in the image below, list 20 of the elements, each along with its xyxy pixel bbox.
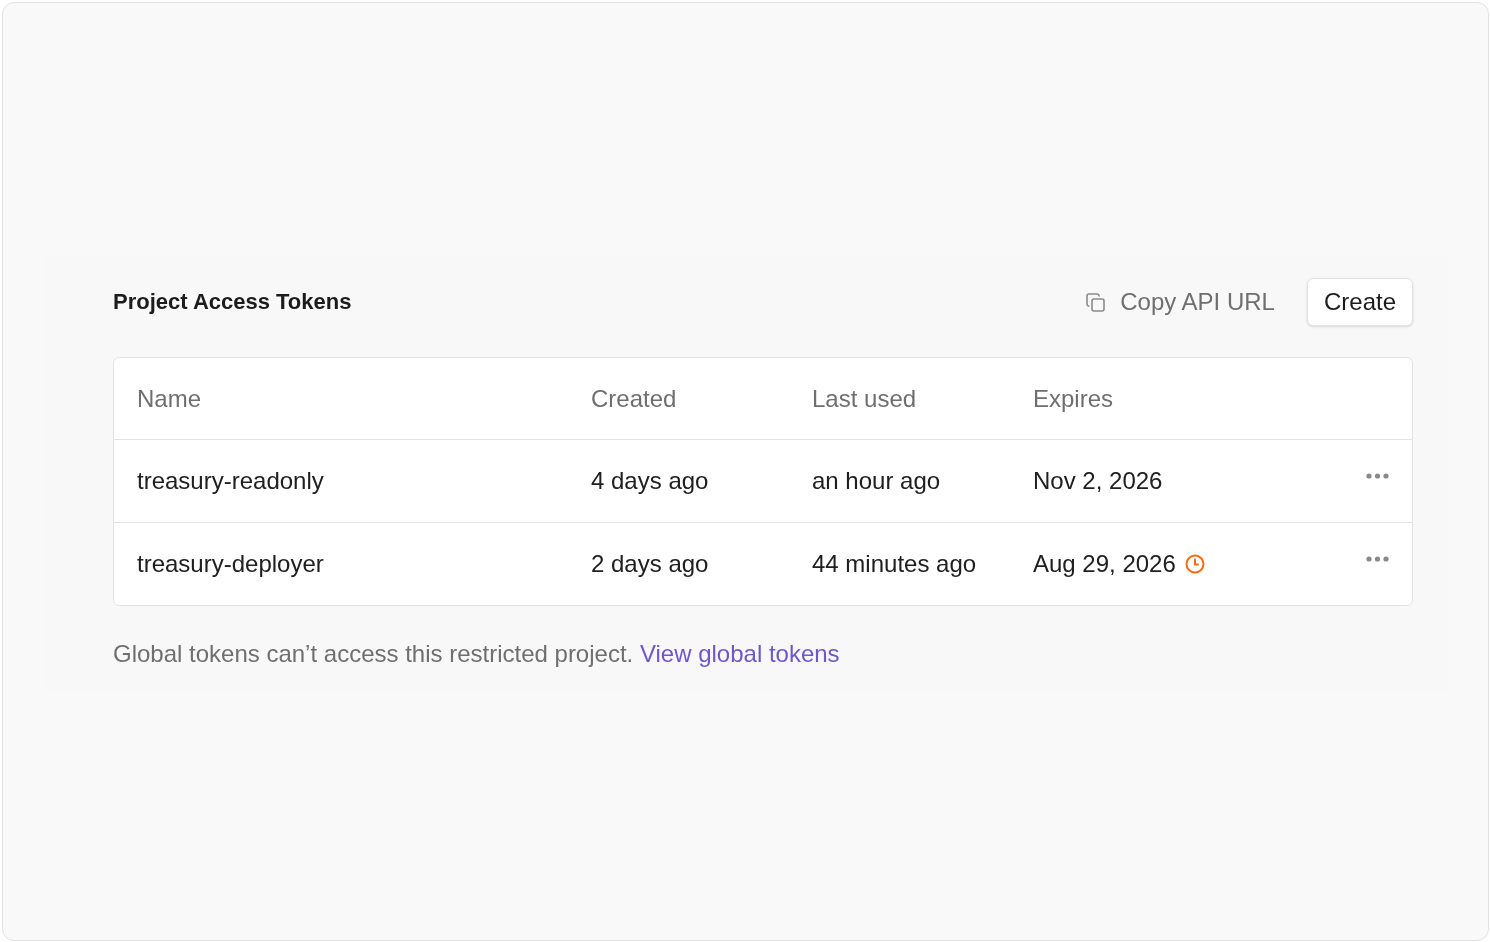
table-cell-text: Nov 2, 2026	[1033, 466, 1163, 496]
column-header: Expires	[1033, 383, 1114, 414]
copy-api-url-link[interactable]: Copy API URL	[1086, 286, 1275, 318]
table-cell-text: treasury-readonly	[137, 466, 324, 496]
footer-note: Global tokens can’t access this restricted project. View global tokens	[113, 639, 841, 669]
more-options-icon[interactable]	[1366, 473, 1389, 479]
section-title: Project Access Tokens	[113, 288, 352, 316]
table-cell-text: treasury-deployer	[137, 549, 324, 579]
copy-icon	[1086, 292, 1106, 312]
table-cell-text: Aug 29, 2026	[1033, 549, 1176, 579]
more-options-icon[interactable]	[1366, 556, 1389, 562]
table-cell-text: 2 days ago	[591, 549, 709, 579]
view-global-tokens-link[interactable]: View global tokens	[639, 640, 840, 667]
column-header: Created	[591, 383, 677, 414]
table-cell-text: 4 days ago	[591, 466, 709, 496]
table-cell-text: 44 minutes ago	[812, 549, 977, 579]
column-header: Last used	[812, 383, 917, 414]
column-header: Name	[137, 383, 202, 414]
table-cell-text: an hour ago	[812, 466, 941, 496]
create-button[interactable]: Create	[1306, 278, 1413, 326]
